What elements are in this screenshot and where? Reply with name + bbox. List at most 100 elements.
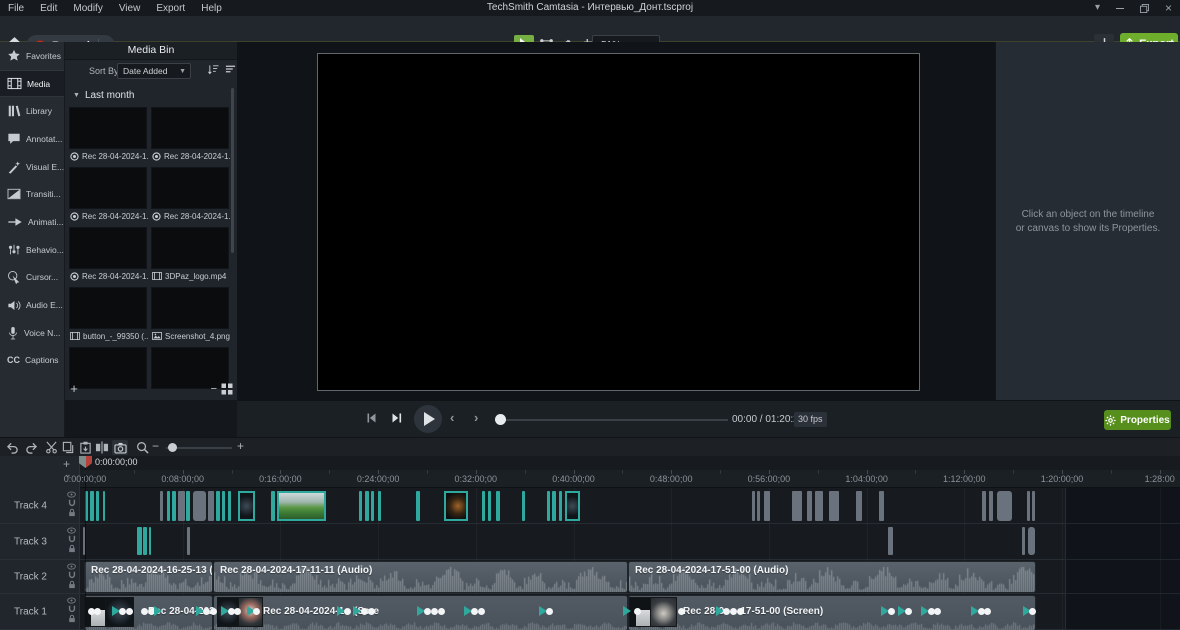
timeline-clip[interactable] [488, 491, 491, 521]
timeline-clip[interactable] [371, 491, 374, 521]
timeline-clip[interactable] [552, 491, 556, 521]
timeline-clip[interactable] [359, 491, 362, 521]
animation-arrow-icon[interactable] [353, 606, 361, 616]
timeline-clip[interactable] [137, 527, 142, 555]
timeline-clip[interactable] [187, 527, 190, 555]
magnet-icon[interactable] [68, 605, 76, 613]
animation-arrow-icon[interactable] [154, 606, 162, 616]
zoom-out-button[interactable]: − [152, 439, 159, 453]
timeline-clip-thumbnail[interactable] [444, 491, 468, 521]
menu-view[interactable]: View [119, 3, 141, 14]
edit-point-icon[interactable] [471, 608, 478, 615]
timeline-clip[interactable] [1032, 491, 1035, 521]
timeline-clip-thumbnail[interactable] [565, 491, 580, 521]
step-forward-icon[interactable] [390, 411, 404, 425]
timeline-clip[interactable] [378, 491, 381, 521]
timeline-clip[interactable] [792, 491, 802, 521]
edit-point-icon[interactable] [678, 608, 685, 615]
edit-point-icon[interactable] [141, 608, 148, 615]
lock-icon[interactable] [68, 580, 76, 589]
sidebar-item-media[interactable]: Media [0, 69, 64, 98]
sidebar-item-voicen[interactable]: Voice N... [0, 319, 64, 347]
seek-handle[interactable] [495, 414, 506, 425]
sidebar-item-audioe[interactable]: Audio E... [0, 291, 64, 319]
seek-bar[interactable] [500, 419, 728, 421]
minimize-icon[interactable] [1115, 7, 1124, 9]
edit-point-icon[interactable] [361, 608, 368, 615]
previous-frame-icon[interactable] [364, 411, 378, 425]
menu-edit[interactable]: Edit [40, 3, 57, 14]
eye-icon[interactable] [67, 527, 76, 534]
thumbnail-grid-icon[interactable] [221, 383, 233, 395]
timeline-clip[interactable] [815, 491, 823, 521]
timeline-clip[interactable] [496, 491, 500, 521]
timeline-clip-thumbnail[interactable] [238, 491, 255, 521]
timeline-clip-thumbnail[interactable] [277, 491, 326, 521]
edit-point-icon[interactable] [723, 608, 730, 615]
sidebar-item-library[interactable]: Library [0, 97, 64, 125]
sidebar-item-behavio[interactable]: Behavio... [0, 236, 64, 264]
properties-button[interactable]: Properties [1104, 410, 1171, 430]
edit-point-icon[interactable] [119, 608, 126, 615]
audio-clip[interactable]: Rec 28-04-2024-16-25-13 (Au [85, 562, 212, 592]
magnet-icon[interactable] [68, 535, 76, 543]
edit-point-icon[interactable] [984, 608, 991, 615]
timeline-clip[interactable] [829, 491, 839, 521]
edit-point-icon[interactable] [424, 608, 431, 615]
timeline-clip[interactable] [997, 491, 1012, 521]
sidebar-item-transiti[interactable]: Transiti... [0, 180, 64, 208]
timeline-clip[interactable] [149, 527, 151, 555]
menu-modify[interactable]: Modify [73, 3, 102, 14]
timeline-clip[interactable] [482, 491, 485, 521]
edit-point-icon[interactable] [1029, 608, 1036, 615]
edit-point-icon[interactable] [905, 608, 912, 615]
sidebar-item-visuale[interactable]: Visual E... [0, 153, 64, 181]
timeline-ruler[interactable]: 0:00:00;000:08:00;000:16:00;000:24:00;00… [64, 470, 1180, 488]
timeline-clip[interactable] [982, 491, 986, 521]
timeline-clip[interactable] [222, 491, 225, 521]
split-icon[interactable] [94, 440, 110, 455]
timeline-clip[interactable] [172, 491, 176, 521]
timeline-clip[interactable] [989, 491, 993, 521]
media-group-header[interactable]: ▼ Last month [73, 90, 134, 101]
thumbnail-smaller-icon[interactable]: − [211, 384, 217, 395]
edit-point-icon[interactable] [934, 608, 941, 615]
edit-point-icon[interactable] [888, 608, 895, 615]
zoom-in-button[interactable]: + [237, 439, 244, 453]
timeline-clip[interactable] [757, 491, 760, 521]
cut-icon[interactable] [43, 440, 59, 455]
edit-point-icon[interactable] [730, 608, 737, 615]
sort-order-icon[interactable] [208, 64, 219, 75]
view-mode-icon[interactable] [225, 64, 236, 75]
timeline-clip[interactable] [216, 491, 220, 521]
next-clip-button[interactable]: › [474, 410, 478, 425]
undo-icon[interactable] [4, 440, 20, 455]
timeline-clip[interactable] [186, 491, 190, 521]
magnet-icon[interactable] [68, 571, 76, 579]
menu-file[interactable]: File [8, 3, 24, 14]
sidebar-item-animati[interactable]: Animati... [0, 208, 64, 236]
edit-point-icon[interactable] [126, 608, 133, 615]
edit-point-icon[interactable] [203, 608, 210, 615]
timeline-clip[interactable] [888, 527, 893, 555]
timeline-clip[interactable] [228, 491, 231, 521]
window-menu-caret-icon[interactable]: ▾ [1095, 3, 1100, 13]
timeline-zoom-handle[interactable] [168, 443, 177, 452]
timeline-clip[interactable] [271, 491, 275, 521]
edit-point-icon[interactable] [438, 608, 445, 615]
previous-clip-button[interactable]: ‹ [450, 410, 454, 425]
timeline-clip[interactable] [90, 491, 94, 521]
screenshot-camera-icon[interactable] [112, 440, 128, 455]
edit-point-icon[interactable] [344, 608, 351, 615]
lock-icon[interactable] [68, 614, 76, 623]
sidebar-item-annotat[interactable]: Annotat... [0, 125, 64, 153]
audio-clip[interactable]: Rec 28-04-2024-17-51-00 (Audio) [629, 562, 1035, 592]
timeline-clip[interactable] [764, 491, 770, 521]
timeline-clip[interactable] [559, 491, 562, 521]
restore-icon[interactable] [1139, 3, 1149, 13]
track-lane[interactable] [80, 524, 1065, 560]
timeline-clip[interactable] [365, 491, 369, 521]
sidebar-item-captions[interactable]: CC Captions [0, 347, 64, 375]
edit-point-icon[interactable] [546, 608, 553, 615]
eye-icon[interactable] [67, 597, 76, 604]
